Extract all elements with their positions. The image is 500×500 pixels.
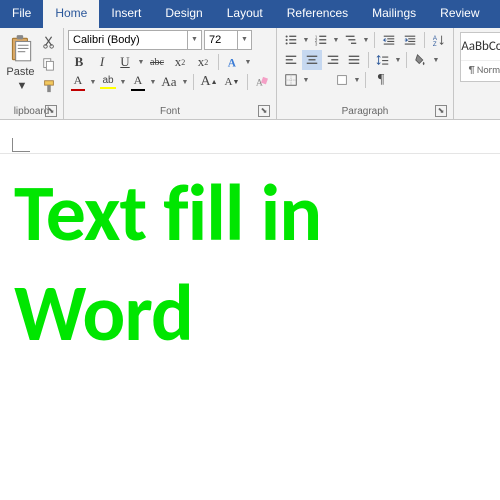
tab-layout[interactable]: Layout xyxy=(215,0,275,28)
bold-button[interactable]: B xyxy=(68,52,90,72)
document-text[interactable]: Text fill in Word xyxy=(14,164,486,364)
chevron-down-icon[interactable]: ▼ xyxy=(149,79,157,86)
font-name-dropdown[interactable]: ▼ xyxy=(188,30,202,50)
ribbon-tabs: File Home Insert Design Layout Reference… xyxy=(0,0,500,28)
svg-text:A: A xyxy=(228,57,237,69)
svg-text:A: A xyxy=(256,78,263,89)
tab-design[interactable]: Design xyxy=(153,0,214,28)
text-effects-button[interactable]: A xyxy=(223,52,243,72)
ribbon: Paste ▼ lipboard⬊ ▼ ▼ B I U▼ abc xyxy=(0,28,500,120)
format-painter-button[interactable] xyxy=(39,76,59,96)
tab-file[interactable]: File xyxy=(0,0,43,28)
paste-button[interactable]: Paste ▼ xyxy=(4,30,37,105)
align-center-button[interactable] xyxy=(302,50,322,70)
numbering-button[interactable]: 123 xyxy=(311,30,331,50)
align-left-button[interactable] xyxy=(281,50,301,70)
tab-home[interactable]: Home xyxy=(43,0,99,28)
chevron-down-icon[interactable]: ▼ xyxy=(394,57,402,64)
decrease-indent-button[interactable] xyxy=(379,30,399,50)
subscript-button[interactable]: x2 xyxy=(169,52,191,72)
tab-insert[interactable]: Insert xyxy=(99,0,153,28)
change-case-button[interactable]: Aa xyxy=(158,72,180,92)
dialog-launcher-icon[interactable]: ⬊ xyxy=(435,105,447,117)
style-normal[interactable]: AaBbCcDc ¶ Normal xyxy=(460,32,500,82)
sort-button[interactable]: AZ xyxy=(429,30,449,50)
group-font: ▼ ▼ B I U▼ abc x2 x2 A▼ A▼ ab▼ A▼ Aa▼ A▲ xyxy=(64,28,277,119)
tab-references[interactable]: References xyxy=(275,0,360,28)
shrink-font-button[interactable]: A▼ xyxy=(221,72,243,92)
clear-formatting-button[interactable]: A xyxy=(252,72,272,92)
shading-color-button[interactable] xyxy=(332,70,352,90)
tab-mailings[interactable]: Mailings xyxy=(360,0,428,28)
font-size-input[interactable] xyxy=(204,30,238,50)
increase-indent-button[interactable] xyxy=(400,30,420,50)
document-area[interactable]: Text fill in Word xyxy=(0,154,500,374)
font-size-dropdown[interactable]: ▼ xyxy=(238,30,252,50)
chevron-down-icon[interactable]: ▼ xyxy=(302,37,310,44)
chevron-down-icon[interactable]: ▼ xyxy=(332,37,340,44)
group-styles: AaBbCcDc ¶ Normal xyxy=(454,28,500,119)
underline-button[interactable]: U xyxy=(114,52,136,72)
group-label-styles xyxy=(458,105,500,119)
shading-button[interactable] xyxy=(411,50,431,70)
grow-font-button[interactable]: A▲ xyxy=(198,72,220,92)
chevron-down-icon[interactable]: ▼ xyxy=(137,59,145,66)
superscript-button[interactable]: x2 xyxy=(192,52,214,72)
chevron-down-icon[interactable]: ▼ xyxy=(119,79,127,86)
group-clipboard: Paste ▼ lipboard⬊ xyxy=(0,28,64,119)
group-label-paragraph: Paragraph⬊ xyxy=(281,105,449,119)
group-label-font: Font⬊ xyxy=(68,105,272,119)
chevron-down-icon[interactable]: ▼ xyxy=(362,37,370,44)
chevron-down-icon[interactable]: ▼ xyxy=(244,59,252,66)
multilevel-list-button[interactable] xyxy=(341,30,361,50)
svg-text:Z: Z xyxy=(433,41,437,47)
italic-button[interactable]: I xyxy=(91,52,113,72)
chevron-down-icon[interactable]: ▼ xyxy=(181,79,189,86)
paste-label: Paste xyxy=(6,66,34,78)
highlight-button[interactable]: ab xyxy=(98,72,118,92)
chevron-down-icon[interactable]: ▼ xyxy=(302,77,310,84)
tab-review[interactable]: Review xyxy=(428,0,491,28)
ruler[interactable] xyxy=(0,120,500,154)
justify-button[interactable] xyxy=(344,50,364,70)
group-paragraph: ▼ 123▼ ▼ AZ ▼ ▼ ▼ xyxy=(277,28,454,119)
align-right-button[interactable] xyxy=(323,50,343,70)
svg-text:3: 3 xyxy=(315,41,318,46)
chevron-down-icon[interactable]: ▼ xyxy=(353,77,361,84)
group-label-clipboard: lipboard⬊ xyxy=(4,105,59,119)
font-name-input[interactable] xyxy=(68,30,188,50)
dialog-launcher-icon[interactable]: ⬊ xyxy=(258,105,270,117)
line-spacing-button[interactable] xyxy=(373,50,393,70)
strikethrough-button[interactable]: abc xyxy=(146,52,168,72)
style-sample: AaBbCcDc xyxy=(461,39,500,54)
chevron-down-icon[interactable]: ▼ xyxy=(432,57,440,64)
chevron-down-icon[interactable]: ▼ xyxy=(89,79,97,86)
borders-button[interactable] xyxy=(281,70,301,90)
font-color-button[interactable]: A xyxy=(68,72,88,92)
chevron-down-icon: ▼ xyxy=(17,80,25,92)
cut-button[interactable] xyxy=(39,32,59,52)
style-name: ¶ Normal xyxy=(461,60,500,76)
show-hide-button[interactable]: ¶ xyxy=(370,70,392,90)
font-fill-button[interactable]: A xyxy=(128,72,148,92)
dialog-launcher-icon[interactable]: ⬊ xyxy=(45,105,57,117)
bullets-button[interactable] xyxy=(281,30,301,50)
copy-button[interactable] xyxy=(39,54,59,74)
tab-stop-icon xyxy=(12,138,30,152)
